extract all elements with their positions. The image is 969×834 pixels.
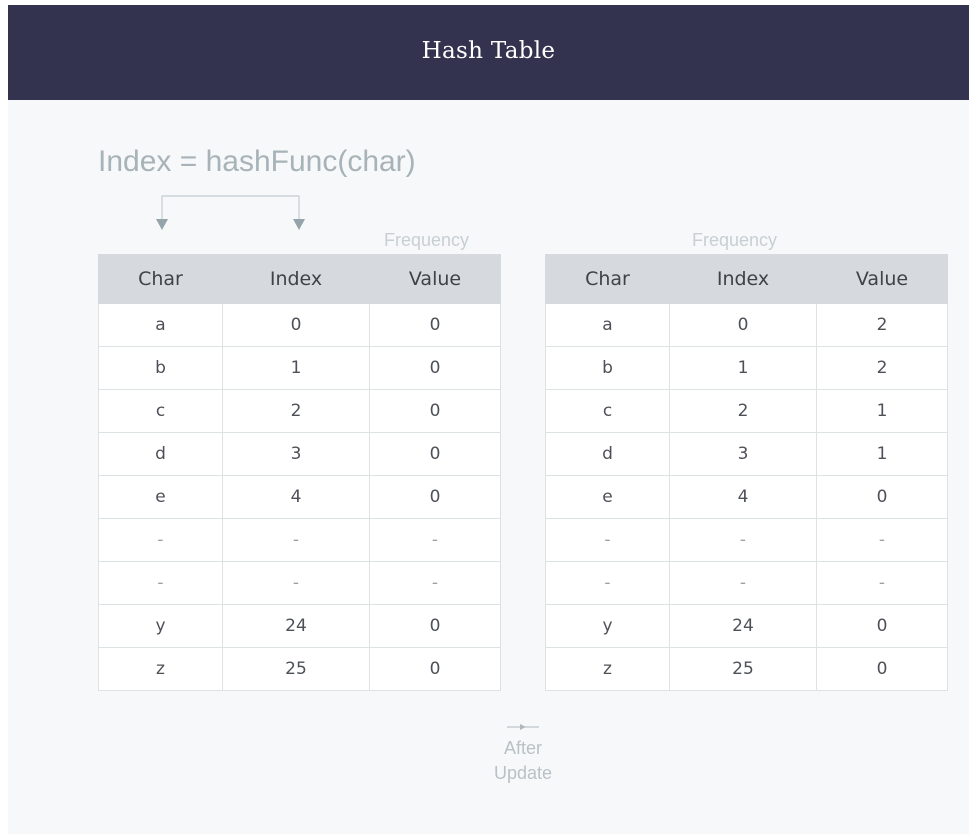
cell-index: - [669,518,817,562]
mapping-arrow [156,195,305,230]
cell-value: 0 [369,647,501,691]
table-row: e40 [545,475,948,519]
cell-char: y [98,604,223,648]
frequency-label-right: Frequency [692,230,778,250]
cell-char: b [98,346,223,390]
table-row: e40 [98,475,501,519]
cell-char: d [545,432,670,476]
table-header-row: Char Index Value [98,254,501,304]
cell-char: - [545,561,670,605]
frequency-label-left: Frequency [384,230,470,250]
cell-index: 3 [222,432,370,476]
cell-index: 4 [222,475,370,519]
cell-char: b [545,346,670,390]
table-row: d31 [545,432,948,476]
cell-char: z [545,647,670,691]
table-row: y 24 0 [98,604,501,648]
right-arrow-icon [507,724,539,730]
cell-value: 0 [369,604,501,648]
cell-index: 1 [222,346,370,390]
hash-table-updated: Char Index Value a02b12c21d31e40------y2… [545,254,948,691]
cell-char: a [98,303,223,347]
cell-char: d [98,432,223,476]
table-row: --- [545,561,948,605]
cell-index: 2 [669,389,817,433]
cell-value: 0 [369,346,501,390]
cell-value: 0 [816,647,948,691]
table-row: z 25 0 [545,647,948,691]
cell-value: 1 [816,389,948,433]
cell-value: 0 [816,604,948,648]
cell-char: c [545,389,670,433]
cell-value: - [369,518,501,562]
cell-char: - [98,561,223,605]
cell-value: 0 [816,475,948,519]
column-header-value: Value [816,254,948,304]
cell-char: - [545,518,670,562]
table-row: y 24 0 [545,604,948,648]
table-row: b12 [545,346,948,390]
cell-char: e [98,475,223,519]
cell-index: 25 [222,647,370,691]
cell-value: 0 [369,432,501,476]
table-row: c20 [98,389,501,433]
table-row: a02 [545,303,948,347]
table-row: --- [545,518,948,562]
cell-index: 2 [222,389,370,433]
column-header-char: Char [98,254,223,304]
cell-value: - [816,561,948,605]
table-row: c21 [545,389,948,433]
column-header-index: Index [669,254,817,304]
cell-value: 0 [369,303,501,347]
hash-table-initial: Char Index Value a00b10c20d30e40------y2… [98,254,501,691]
cell-index: 0 [669,303,817,347]
table-header-row: Char Index Value [545,254,948,304]
cell-char: c [98,389,223,433]
cell-index: - [222,518,370,562]
cell-index: 4 [669,475,817,519]
cell-index: - [222,561,370,605]
column-header-index: Index [222,254,370,304]
table-row: a00 [98,303,501,347]
cell-index: 24 [669,604,817,648]
cell-value: 0 [369,389,501,433]
table-row: b10 [98,346,501,390]
table-row: d30 [98,432,501,476]
cell-value: 1 [816,432,948,476]
cell-index: 0 [222,303,370,347]
table-row: z 25 0 [98,647,501,691]
canvas: Hash Table Index = hashFunc(char) Freque… [8,5,969,834]
table-row: --- [98,518,501,562]
cell-value: 2 [816,346,948,390]
cell-value: 2 [816,303,948,347]
arrow-head-icon [293,219,305,230]
table-row: --- [98,561,501,605]
column-header-char: Char [545,254,670,304]
cell-char: e [545,475,670,519]
cell-index: - [669,561,817,605]
cell-char: - [98,518,223,562]
cell-value: - [369,561,501,605]
after-update-label: After Update [478,722,568,786]
cell-index: 25 [669,647,817,691]
after-text: After [503,738,542,758]
cell-index: 1 [669,346,817,390]
arrow-head-icon [156,219,168,230]
column-header-value: Value [369,254,501,304]
cell-char: a [545,303,670,347]
update-text: Update [493,763,553,783]
cell-char: z [98,647,223,691]
cell-index: 3 [669,432,817,476]
cell-index: 24 [222,604,370,648]
cell-char: y [545,604,670,648]
cell-value: 0 [369,475,501,519]
cell-value: - [816,518,948,562]
